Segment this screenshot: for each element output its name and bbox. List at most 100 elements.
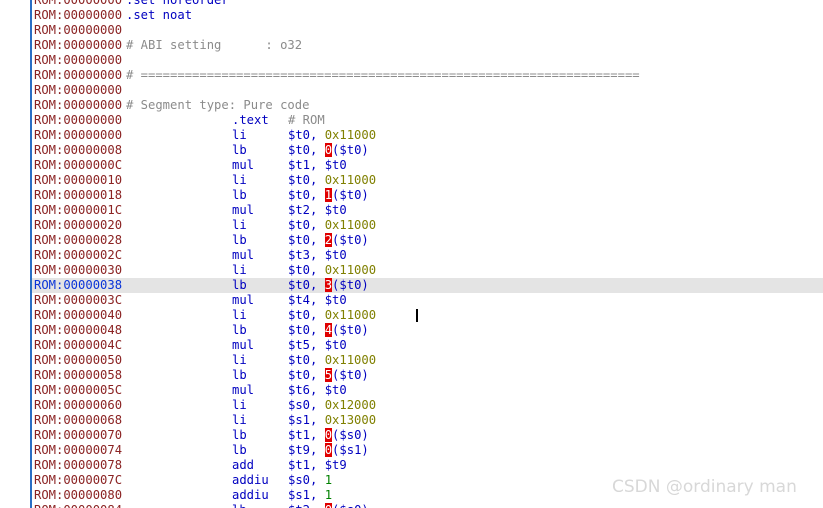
line-address: ROM:0000001C <box>34 203 123 217</box>
code-line[interactable]: ROM:00000000 <box>0 53 823 68</box>
disassembly-view[interactable]: ROM:00000000 .set noreorder ROM:00000000 .s… <box>0 0 823 508</box>
code-line[interactable]: ROM:0000004C mul $t5, $t0 <box>0 338 823 353</box>
code-line[interactable]: ROM:00000008 lb $t0, 0($t0) <box>0 143 823 158</box>
line-address: ROM:00000084 <box>34 503 122 508</box>
code-line[interactable]: ROM:00000050 li $t0, 0x11000 <box>0 353 823 368</box>
operand-separator: , <box>310 143 325 157</box>
code-line-list[interactable]: ROM:00000000 .set noreorder ROM:00000000 .s… <box>0 0 823 508</box>
operand-value: 0x11000 <box>324 353 377 367</box>
code-line[interactable]: ROM:00000048 lb $t0, 4($t0) <box>0 323 823 338</box>
line-address: ROM:00000010 <box>34 173 123 187</box>
instruction-operands: $s0, 1 <box>288 473 332 488</box>
instruction-mnemonic: lb <box>232 428 247 442</box>
text-caret <box>416 309 418 322</box>
instruction-mnemonic: lb <box>232 278 247 292</box>
assembler-directive: .set noat <box>126 8 193 22</box>
code-line[interactable]: ROM:00000060 li $s0, 0x12000 <box>0 398 823 413</box>
code-line[interactable]: ROM:00000040 li $t0, 0x11000 <box>0 308 823 323</box>
instruction-mnemonic: mul <box>232 203 255 217</box>
code-line[interactable]: ROM:00000018 lb $t0, 1($t0) <box>0 188 823 203</box>
operand-separator: , <box>310 173 325 187</box>
operand-register: $t1 <box>288 428 311 442</box>
instruction-operands: $s1, 1 <box>288 488 332 503</box>
highlighted-offset: 5 <box>324 368 333 382</box>
operand-register: $t0 <box>288 278 311 292</box>
code-line[interactable]: ROM:00000000 li $t0, 0x11000 <box>0 128 823 143</box>
highlighted-offset: 4 <box>324 323 333 337</box>
instruction-mnemonic: lb <box>232 143 247 157</box>
line-address: ROM:00000000 <box>34 98 123 112</box>
code-line[interactable]: ROM:00000070 lb $t1, 0($s0) <box>0 428 823 443</box>
code-line[interactable]: ROM:00000000 # Segment type: Pure code <box>0 98 823 113</box>
code-line[interactable]: ROM:00000000 <box>0 83 823 98</box>
instruction-operands: $t0, 0x11000 <box>288 128 376 143</box>
operand-paren-close: ) <box>361 278 369 292</box>
operand-base-register: $s0 <box>339 503 361 508</box>
instruction-mnemonic: lb <box>232 503 247 508</box>
operand-separator: , <box>310 473 325 487</box>
operand-separator: , <box>310 488 325 502</box>
code-line[interactable]: ROM:00000000 .text # ROM <box>0 113 823 128</box>
watermark-text: CSDN @ordinary man <box>612 477 797 497</box>
operand-value: $t0 <box>324 383 347 397</box>
instruction-mnemonic: lb <box>232 368 247 382</box>
operand-paren-close: ) <box>361 233 369 247</box>
code-line[interactable]: ROM:00000030 li $t0, 0x11000 <box>0 263 823 278</box>
code-line[interactable]: ROM:0000005C mul $t6, $t0 <box>0 383 823 398</box>
operand-register: $t4 <box>288 293 311 307</box>
line-address: ROM:00000058 <box>34 368 123 382</box>
code-line[interactable]: ROM:00000058 lb $t0, 5($t0) <box>0 368 823 383</box>
code-line[interactable]: ROM:00000000 .set noreorder <box>0 0 823 8</box>
code-line[interactable]: ROM:00000078 add $t1, $t9 <box>0 458 823 473</box>
instruction-mnemonic: add <box>232 458 255 472</box>
operand-base-register: $t0 <box>339 323 362 337</box>
code-line[interactable]: ROM:0000002C mul $t3, $t0 <box>0 248 823 263</box>
operand-value: 1 <box>324 488 333 502</box>
instruction-operands: $t0, 0x11000 <box>288 353 376 368</box>
code-line[interactable]: ROM:0000001C mul $t2, $t0 <box>0 203 823 218</box>
operand-register: $t0 <box>288 323 311 337</box>
highlighted-offset: 0 <box>324 143 333 157</box>
code-line[interactable]: ROM:00000000 # ==========================… <box>0 68 823 83</box>
code-line[interactable]: ROM:00000000 .set noat <box>0 8 823 23</box>
line-address: ROM:00000050 <box>34 353 123 367</box>
operand-separator: , <box>310 368 325 382</box>
highlighted-offset: 0 <box>324 503 333 508</box>
operand-separator: , <box>310 248 325 262</box>
code-line[interactable]: ROM:0000000C mul $t1, $t0 <box>0 158 823 173</box>
code-line[interactable]: ROM:0000003C mul $t4, $t0 <box>0 293 823 308</box>
code-line[interactable]: ROM:00000028 lb $t0, 2($t0) <box>0 233 823 248</box>
operand-register: $t0 <box>288 263 311 277</box>
line-address: ROM:00000070 <box>34 428 123 442</box>
highlighted-offset: 0 <box>324 443 333 457</box>
code-line[interactable]: ROM:00000038 lb $t0, 3($t0) <box>0 278 823 293</box>
instruction-operands: $t6, $t0 <box>288 383 347 398</box>
code-line[interactable]: ROM:00000000 <box>0 23 823 38</box>
operand-value: 0x11000 <box>324 263 377 277</box>
instruction-mnemonic: addiu <box>232 473 269 487</box>
code-line[interactable]: ROM:00000068 li $s1, 0x13000 <box>0 413 823 428</box>
operand-value: $t0 <box>324 338 347 352</box>
line-address: ROM:00000000 <box>34 23 123 37</box>
operand-separator: , <box>310 203 325 217</box>
line-address: ROM:00000018 <box>34 188 123 202</box>
line-address: ROM:0000000C <box>34 158 123 172</box>
code-line[interactable]: ROM:00000074 lb $t9, 0($s1) <box>0 443 823 458</box>
operand-base-register: $t0 <box>339 368 362 382</box>
instruction-operands: $t1, $t9 <box>288 458 347 473</box>
code-line[interactable]: ROM:00000020 li $t0, 0x11000 <box>0 218 823 233</box>
line-address: ROM:00000028 <box>34 233 123 247</box>
operand-value: $t0 <box>324 158 347 172</box>
highlighted-offset: 3 <box>324 278 333 292</box>
operand-separator: , <box>310 398 325 412</box>
line-address: ROM:00000060 <box>34 398 123 412</box>
instruction-mnemonic: li <box>232 218 247 232</box>
instruction-mnemonic: mul <box>232 383 255 397</box>
instruction-operands: $t0, 5($t0) <box>288 368 369 383</box>
code-line[interactable]: ROM:00000010 li $t0, 0x11000 <box>0 173 823 188</box>
operand-base-register: $s0 <box>339 428 362 442</box>
code-line[interactable]: ROM:00000000 # ABI setting : o32 <box>0 38 823 53</box>
instruction-mnemonic: li <box>232 413 247 427</box>
code-line[interactable]: ROM:00000084 lb $t2, 0($s0) <box>0 503 823 508</box>
highlighted-offset: 0 <box>324 428 333 442</box>
